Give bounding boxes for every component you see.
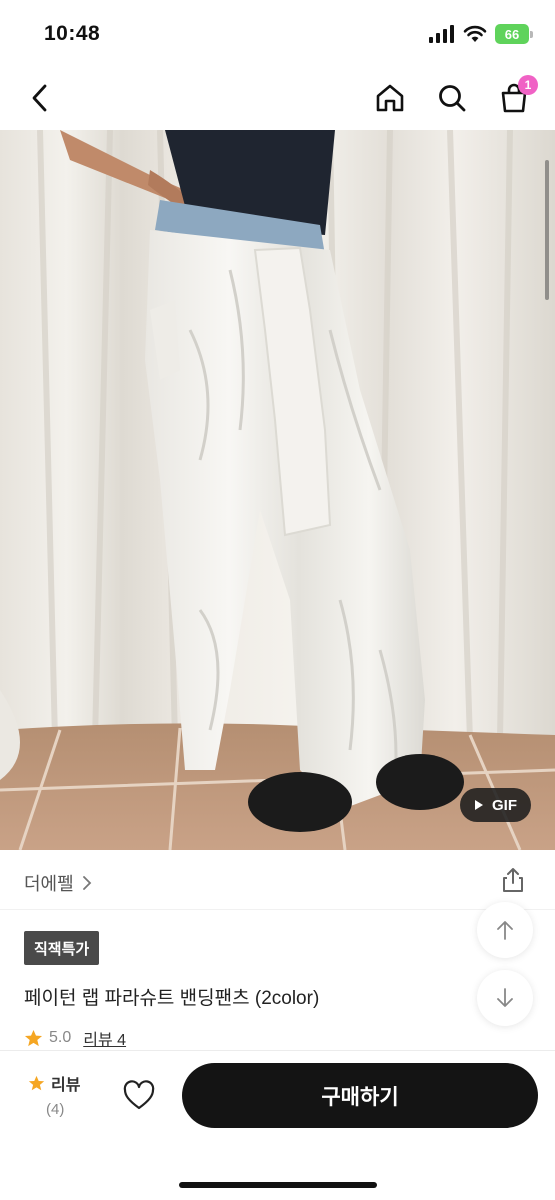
gif-badge[interactable]: GIF: [460, 788, 531, 822]
back-button[interactable]: [22, 80, 58, 116]
home-button[interactable]: [372, 80, 408, 116]
bottom-review-label-row: 리뷰: [28, 1071, 98, 1095]
shop-name: 더에펠: [24, 874, 74, 894]
bottom-review-button[interactable]: 리뷰 (4): [28, 1071, 98, 1118]
star-icon: [24, 1029, 43, 1046]
status-time: 10:48: [44, 22, 101, 45]
cart-button[interactable]: 1: [496, 75, 538, 116]
like-button[interactable]: [122, 1079, 156, 1113]
product-photo: [0, 130, 555, 850]
shop-link[interactable]: 더에펠: [24, 870, 92, 896]
promo-tag: 직잭특가: [24, 931, 100, 965]
gif-label: GIF: [492, 796, 517, 814]
bottom-review-count: (4): [46, 1101, 65, 1118]
search-icon: [439, 85, 466, 112]
status-icons: 66: [429, 24, 533, 44]
signal-icon: [429, 25, 454, 43]
wifi-icon: [463, 25, 487, 42]
battery-level: 66: [504, 26, 520, 42]
bottom-review-label: 리뷰: [51, 1077, 81, 1094]
product-image[interactable]: GIF: [0, 130, 555, 850]
heart-icon: [123, 1080, 155, 1110]
rating-value: 5.0: [49, 1029, 72, 1046]
status-bar: 10:48 66: [0, 0, 555, 66]
search-button[interactable]: [434, 80, 470, 116]
arrow-up-icon: [497, 921, 513, 940]
shop-row: 더에펠: [0, 850, 555, 910]
image-scroll-indicator: [545, 160, 549, 300]
share-button[interactable]: [499, 866, 527, 894]
rating-row: 5.0 리뷰 4: [24, 1026, 126, 1050]
scroll-bottom-button[interactable]: [477, 970, 533, 1026]
home-icon: [376, 84, 404, 112]
chevron-right-icon: [82, 876, 91, 890]
scroll-top-button[interactable]: [477, 902, 533, 958]
star-icon: [28, 1075, 45, 1090]
play-icon: [475, 800, 483, 810]
review-link[interactable]: 리뷰 4: [83, 1026, 126, 1050]
nav-bar: 1: [0, 66, 555, 130]
bottom-bar: 리뷰 (4) 구매하기: [0, 1050, 555, 1200]
cart-count-badge: 1: [518, 75, 538, 95]
share-icon: [503, 868, 523, 892]
buy-button[interactable]: 구매하기: [182, 1063, 538, 1128]
home-indicator: [179, 1182, 377, 1188]
back-icon: [32, 84, 47, 112]
battery-icon: 66: [495, 24, 533, 44]
arrow-down-icon: [497, 988, 513, 1007]
product-title: 페이턴 랩 파라슈트 밴딩팬츠 (2color): [24, 988, 320, 1009]
